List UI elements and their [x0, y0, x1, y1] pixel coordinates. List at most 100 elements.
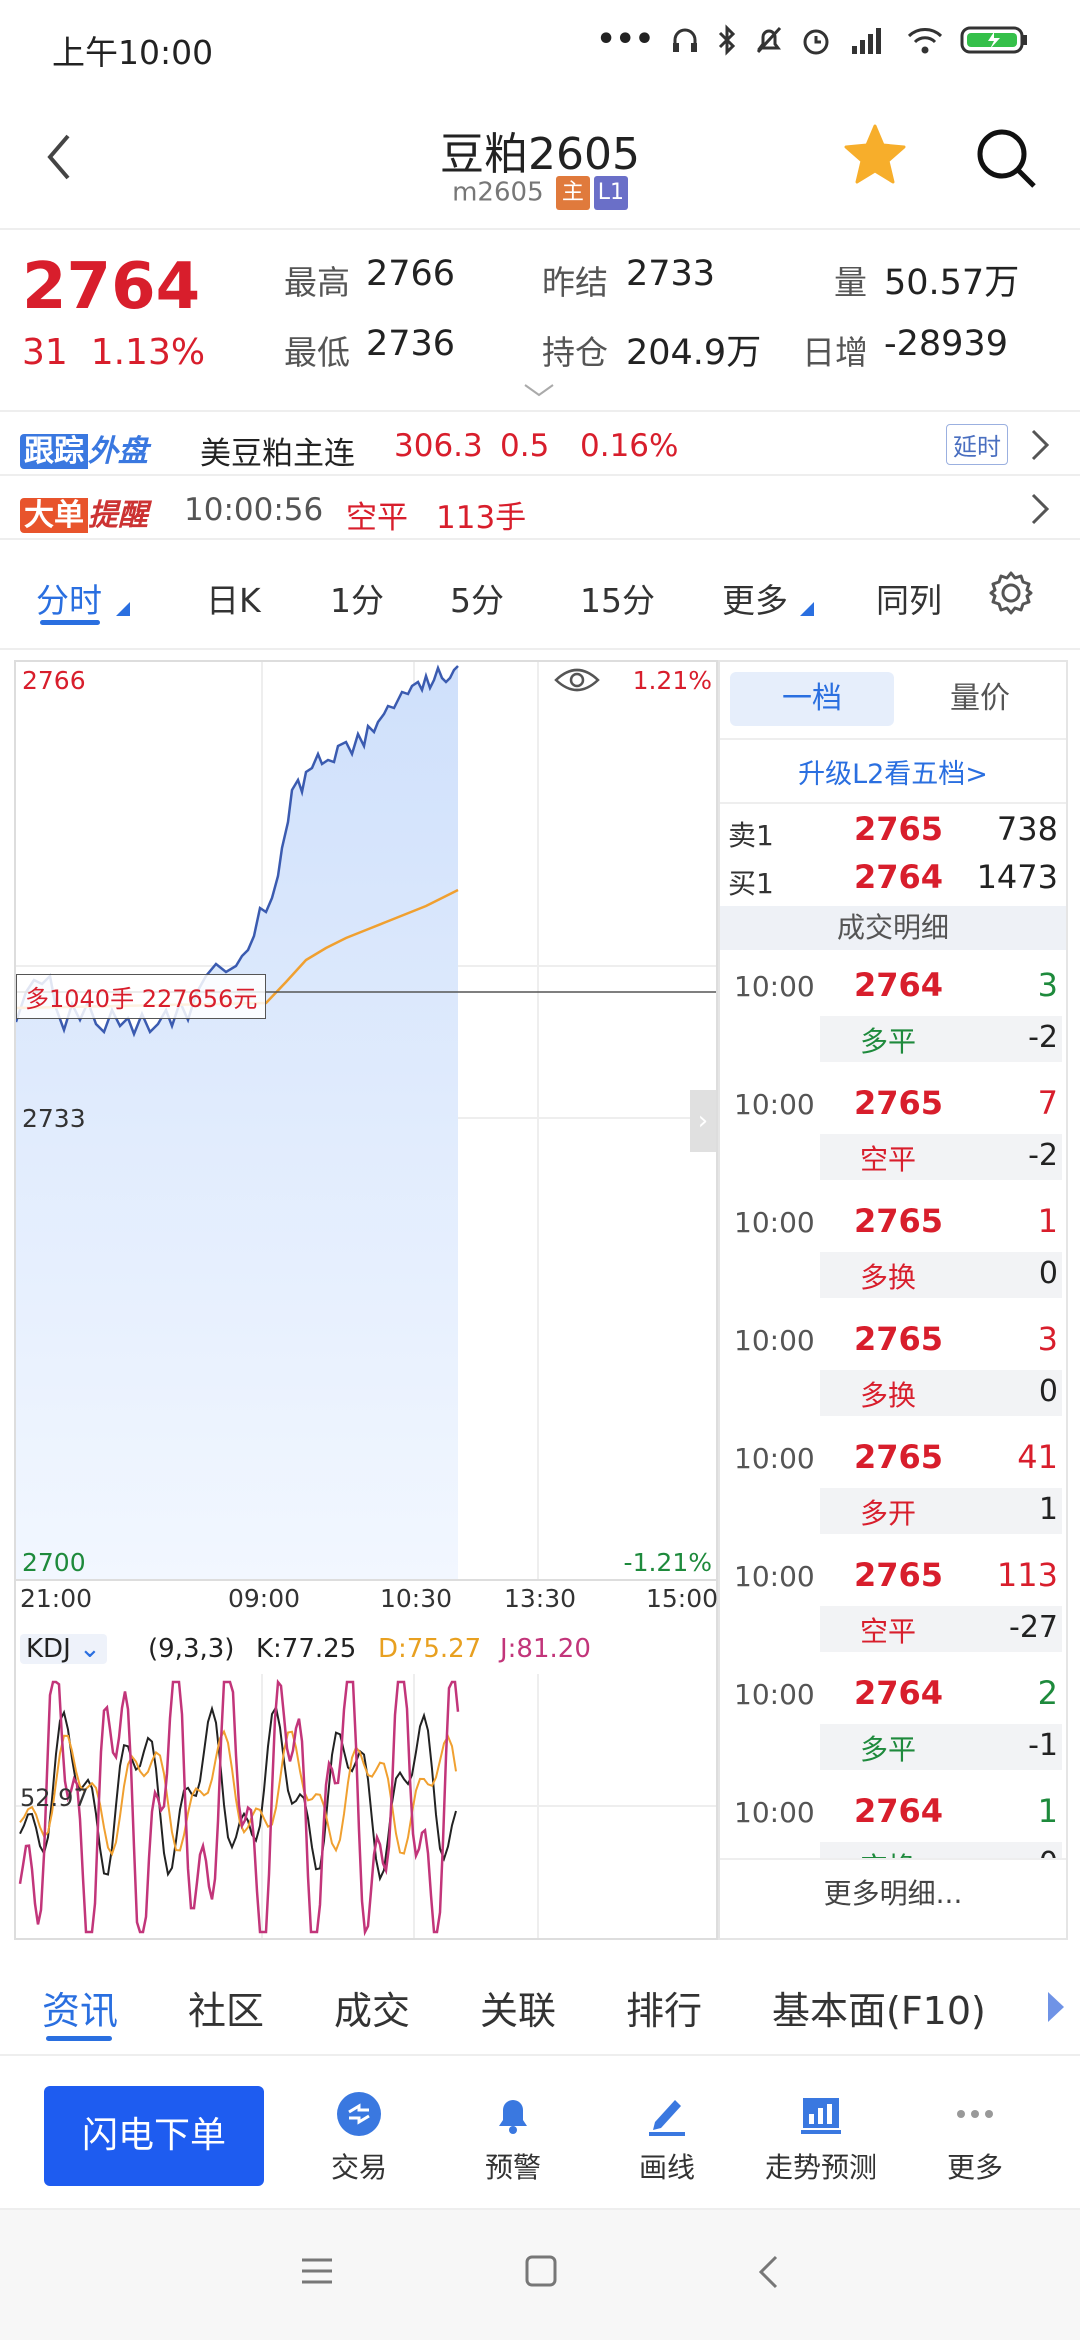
active-tab-indicator — [46, 2036, 112, 2041]
divider — [720, 1858, 1066, 1860]
alert-button[interactable]: 预警 — [448, 2090, 578, 2186]
trade-list: 10:00 2764 3 多平 -2 10:00 2765 7 空平 -2 10:00 2765 1 多换… — [720, 958, 1066, 1858]
contract-code: m2605 — [452, 177, 544, 208]
more-label: 更多 — [946, 2151, 1003, 2184]
home-icon[interactable] — [524, 2254, 558, 2288]
trade-time: 10:00 — [734, 1088, 815, 1121]
open-interest-label: 持仓 — [542, 333, 608, 372]
x-tick: 21:00 — [20, 1584, 93, 1613]
tab-related[interactable]: 关联 — [480, 1980, 556, 2035]
trade-qty: 1 — [1037, 1202, 1058, 1240]
trade-price: 2765 — [854, 1438, 944, 1476]
tab-intraday[interactable]: 分时 — [36, 574, 102, 622]
change-percent: 1.13% — [90, 332, 206, 373]
trade-oi-change: -27 — [1009, 1610, 1058, 1645]
x-tick: 10:30 — [380, 1584, 453, 1613]
pct-axis-bottom: -1.21% — [623, 1548, 712, 1577]
trade-oi-change: 1 — [1038, 1492, 1058, 1527]
bell-icon — [499, 2100, 527, 2134]
contract-subtitle: m2605 主 L1 — [0, 176, 1080, 210]
prev-settle-label: 昨结 — [542, 263, 608, 302]
high-value: 2766 — [366, 254, 456, 294]
divider — [720, 802, 1066, 804]
trade-oi-change: 0 — [1038, 1256, 1058, 1291]
flash-order-button[interactable]: 闪电下单 — [44, 2086, 264, 2186]
search-icon[interactable] — [974, 126, 1038, 190]
dropdown-corner-icon — [800, 602, 814, 616]
overseas-track-row[interactable]: 跟踪 外盘 美豆粕主连 306.3 0.5 0.16% 延时 — [0, 414, 1080, 476]
eye-icon[interactable] — [552, 662, 602, 698]
trade-time: 10:00 — [734, 1442, 815, 1475]
trade-type: 多换 — [860, 1379, 917, 1412]
tab-5min[interactable]: 5分 — [450, 574, 504, 622]
price-change: 31 1.13% — [22, 332, 205, 373]
tab-15min[interactable]: 15分 — [580, 574, 655, 622]
track-price: 306.3 — [394, 428, 483, 464]
trade-price: 2764 — [854, 1792, 944, 1830]
more-button[interactable]: 更多 — [910, 2090, 1040, 2186]
draw-line-label: 画线 — [638, 2151, 695, 2184]
chart-tabs: 分时 日K 1分 5分 15分 更多 同列 — [0, 540, 1080, 650]
track-change: 0.5 — [500, 428, 550, 464]
trade-type-bg — [820, 1370, 1062, 1416]
change-value: 31 — [22, 332, 68, 373]
trade-time: 10:00 — [734, 1678, 815, 1711]
track-badge-a: 跟踪 — [20, 434, 88, 469]
forecast-book-icon — [801, 2098, 841, 2134]
trade-price: 2765 — [854, 1320, 944, 1358]
pct-axis-top: 1.21% — [632, 666, 712, 695]
trade-qty: 113 — [996, 1556, 1058, 1594]
trade-time: 10:00 — [734, 970, 815, 1003]
intraday-chart[interactable]: 2766 2733 2700 1.21% -1.21% 多1040手 22765… — [14, 660, 718, 1940]
draw-line-button[interactable]: 画线 — [602, 2090, 732, 2186]
tab-1min[interactable]: 1分 — [330, 574, 384, 622]
tab-trades[interactable]: 成交 — [334, 1980, 410, 2035]
more-details-link[interactable]: 更多明细... — [720, 1872, 1066, 1912]
kdj-axis-label: 52.97 — [20, 1784, 89, 1812]
trade-price: 2764 — [854, 966, 944, 1004]
alert-qty: 113手 — [436, 500, 527, 536]
active-tab-indicator — [40, 620, 100, 625]
scroll-right-icon[interactable] — [1046, 1990, 1066, 2024]
tab-news[interactable]: 资讯 — [42, 1980, 118, 2035]
settings-gear-icon[interactable] — [988, 570, 1034, 616]
tab-more[interactable]: 更多 — [722, 574, 788, 622]
kdj-k-value: K:77.25 — [256, 1634, 357, 1664]
trade-qty: 3 — [1037, 966, 1058, 1004]
alert-badge-a: 大单 — [20, 498, 88, 533]
daily-change-label: 日增 — [802, 333, 868, 372]
tab-volume-price[interactable]: 量价 — [902, 672, 1058, 726]
tab-level1[interactable]: 一档 — [730, 672, 894, 726]
alert-badge: 大单 提醒 — [20, 490, 148, 534]
low-value: 2736 — [366, 324, 456, 364]
menu-icon[interactable] — [300, 2256, 334, 2286]
y-axis-mid: 2733 — [22, 1104, 86, 1133]
trade-type: 多开 — [860, 1497, 917, 1530]
tab-community[interactable]: 社区 — [188, 1980, 264, 2035]
bid-price: 2764 — [854, 858, 944, 896]
big-order-alert-row[interactable]: 大单 提醒 10:00:56 空平 113手 — [0, 478, 1080, 540]
trade-button[interactable]: 交易 — [294, 2090, 424, 2186]
indicator-selector[interactable]: KDJ ⌄ — [20, 1634, 107, 1664]
alert-type: 空平 — [346, 500, 408, 536]
trade-qty: 2 — [1037, 1674, 1058, 1712]
back-nav-icon[interactable] — [756, 2254, 780, 2290]
trade-icon — [337, 2092, 381, 2136]
expand-panel-handle[interactable]: › — [690, 1090, 716, 1152]
trade-row: 10:00 2764 2 多平 -1 — [720, 1666, 1066, 1784]
expand-chevron-icon[interactable] — [522, 382, 556, 398]
tab-fundamentals[interactable]: 基本面(F10) — [772, 1980, 986, 2035]
ask-qty: 738 — [996, 810, 1058, 848]
trade-row: 10:00 2765 41 多开 1 — [720, 1430, 1066, 1548]
favorite-star-icon[interactable] — [842, 122, 908, 188]
ask-price: 2765 — [854, 810, 944, 848]
upgrade-l2-link[interactable]: 升级L2看五档> — [720, 752, 1066, 791]
trade-row: 10:00 2764 3 多平 -2 — [720, 958, 1066, 1076]
order-book-panel: 一档 量价 升级L2看五档> 卖1 2765 738 买1 2764 1473 … — [718, 660, 1068, 1940]
tab-compare[interactable]: 同列 — [876, 574, 942, 622]
tab-ranking[interactable]: 排行 — [626, 1980, 702, 2035]
trend-forecast-button[interactable]: 走势预测 — [756, 2090, 886, 2186]
more-dots-icon — [957, 2110, 993, 2118]
tab-daily-k[interactable]: 日K — [206, 574, 261, 622]
dropdown-corner-icon — [116, 602, 130, 616]
